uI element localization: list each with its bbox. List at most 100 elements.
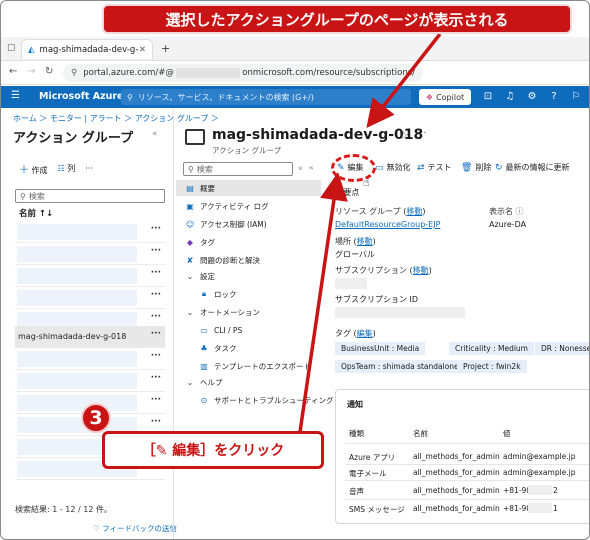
test-button[interactable]: ⇄ テスト — [417, 162, 452, 173]
notif-name: all_methods_for_admin — [413, 468, 500, 477]
menu-item-cli-ps[interactable]: ▭ CLI / PS — [199, 322, 242, 338]
list-item[interactable]: ··· — [15, 243, 165, 265]
more-actions-icon[interactable]: ··· — [85, 164, 93, 173]
list-item-selected[interactable]: mag-shimadada-dev-g-018 ··· — [15, 326, 165, 348]
disable-button[interactable]: ▭ 無効化 — [375, 162, 411, 173]
list-item[interactable]: ··· — [15, 287, 165, 309]
menu-item-diagnose[interactable]: ✘ 問題の診断と解決 — [185, 252, 260, 268]
menu-item-tasks[interactable]: ♣ タスク — [199, 340, 236, 356]
menu-item-export-template[interactable]: ▥ テンプレートのエクスポート — [199, 358, 311, 374]
essentials-header[interactable]: ∧ 要点 — [335, 187, 359, 198]
display-name-value: Azure-DA — [489, 220, 527, 229]
menu-group-automation[interactable]: ⌄ オートメーション — [185, 304, 260, 320]
menu-collapse-icons[interactable]: ⌅ « — [297, 163, 314, 172]
new-tab-icon[interactable]: + — [161, 42, 170, 55]
tab-actions-icon[interactable]: ▢ — [7, 43, 16, 53]
menu-search-placeholder: 検索 — [196, 164, 213, 174]
notif-type: SMS メッセージ — [349, 505, 405, 514]
resource-group-value[interactable]: DefaultResourceGroup-EJP — [335, 220, 440, 229]
subscription-label-text: サブスクリプション — [335, 266, 407, 275]
list-search-input[interactable]: ⚲ 検索 — [15, 189, 165, 203]
settings-icon[interactable]: ⚙ — [525, 90, 539, 104]
rg-move-link[interactable]: 移動 — [406, 207, 422, 216]
menu-item-lock[interactable]: 🔒︎ ロック — [199, 286, 237, 302]
copilot-button[interactable]: ❖ Copilot — [419, 89, 471, 105]
close-tab-icon[interactable]: ✕ — [139, 45, 146, 55]
notifications-title: 通知 — [347, 400, 363, 409]
reload-icon[interactable]: ↻ — [45, 66, 53, 77]
task-icon: ♣ — [200, 343, 208, 353]
menu-search-input[interactable]: ⚲ 検索 — [183, 162, 293, 176]
tag-chip: Criticality : Medium — [449, 342, 534, 355]
menu-item-iam[interactable]: ☺ アクセス制御 (IAM) — [185, 216, 267, 232]
subscription-move-link[interactable]: 移動 — [413, 266, 429, 275]
display-name-label: 表示名 ⓘ — [489, 206, 524, 217]
row-more-icon[interactable]: ··· — [151, 329, 161, 339]
list-item[interactable]: ··· — [15, 265, 165, 287]
notif-value: admin@example.jp — [503, 452, 576, 461]
cloud-shell-icon[interactable]: ⊡ — [481, 90, 495, 104]
forward-icon[interactable]: → — [27, 66, 35, 77]
activity-log-icon: ▣ — [186, 201, 194, 211]
diagnose-icon: ✘ — [186, 255, 194, 265]
row-more-icon[interactable]: ··· — [151, 417, 161, 427]
feedback-icon: ♡ — [93, 524, 100, 533]
favorite-star-icon[interactable]: ☆ — [399, 129, 409, 142]
row-more-icon[interactable]: ··· — [151, 268, 161, 278]
list-item[interactable]: ··· — [15, 221, 165, 243]
menu-item-support[interactable]: ⊙ サポートとトラブルシューティング — [199, 392, 334, 408]
row-more-icon[interactable]: ··· — [151, 290, 161, 300]
row-more-icon[interactable]: ··· — [151, 351, 161, 361]
row-more-icon[interactable]: ··· — [151, 312, 161, 322]
chevron-down-icon: ⌄ — [186, 377, 194, 387]
copilot-label: Copilot — [436, 92, 465, 102]
bottom-callout: ［✎ 編集］をクリック — [102, 431, 324, 469]
delete-button[interactable]: 🗑︎ 削除 — [461, 162, 491, 173]
row-divider — [345, 480, 589, 481]
redacted-name — [17, 373, 137, 389]
breadcrumb[interactable]: ホーム ＞ モニター | アラート ＞ アクション グループ ＞ — [13, 113, 219, 124]
notif-type: Azure アプリ — [349, 453, 396, 462]
essentials-label: 要点 — [343, 188, 360, 197]
row-more-icon[interactable]: ··· — [151, 395, 161, 405]
resource-group-label: リソース グループ (移動) — [335, 207, 426, 216]
columns-button[interactable]: ☷ 列 — [58, 163, 76, 174]
feedback-icon[interactable]: ⚐ — [569, 90, 583, 104]
portal-menu-icon[interactable]: ☰ — [11, 90, 20, 101]
create-button[interactable]: ＋ 作成 — [19, 161, 48, 176]
help-icon[interactable]: ? — [547, 90, 561, 104]
resource-subtitle: アクション グループ — [212, 146, 282, 155]
menu-group-settings[interactable]: ⌄ 設定 — [185, 268, 215, 284]
feedback-label: フィードバックの送信 — [102, 524, 177, 533]
portal-search-input[interactable]: ⚲ リソース、サービス、ドキュメントの検索 (G+/) — [121, 89, 411, 105]
tag-chip: DR : Nonessential — [535, 342, 589, 355]
location-move-link[interactable]: 移動 — [357, 237, 373, 246]
menu-group-help[interactable]: ⌄ ヘルプ — [185, 374, 223, 390]
url-field[interactable]: ⚲ portal.azure.com/#@ onmicrosoft.com/re… — [63, 64, 423, 82]
action-group-icon — [185, 129, 205, 145]
list-item[interactable]: ··· — [15, 348, 165, 370]
info-icon[interactable]: ⓘ — [516, 207, 524, 216]
notifications-icon[interactable]: ♫ — [503, 90, 517, 104]
azure-brand[interactable]: Microsoft Azure — [39, 91, 124, 102]
test-icon: ⇄ — [417, 162, 425, 173]
row-more-icon[interactable]: ··· — [151, 224, 161, 234]
menu-item-tags[interactable]: ◆ タグ — [185, 234, 215, 250]
row-more-icon[interactable]: ··· — [151, 246, 161, 256]
name-column-header[interactable]: 名前 ↑↓ — [19, 207, 53, 219]
browser-tab[interactable]: ◭ mag-shimadada-dev-g-018 - M ✕ — [21, 39, 153, 59]
collapse-pane-icon[interactable]: « — [152, 129, 158, 139]
more-options-icon[interactable]: ··· — [417, 128, 427, 139]
menu-item-overview[interactable]: ▤ 概要 — [176, 180, 321, 196]
feedback-link[interactable]: ♡ フィードバックの送信 — [93, 523, 177, 534]
back-icon[interactable]: ← — [9, 66, 17, 77]
tags-edit-link[interactable]: 編集 — [357, 329, 373, 338]
copilot-icon: ❖ — [425, 92, 434, 102]
menu-item-activity-log[interactable]: ▣ アクティビティ ログ — [185, 198, 268, 214]
refresh-button[interactable]: ↻ 最新の情報に更新 — [495, 162, 570, 173]
row-more-icon[interactable]: ··· — [151, 373, 161, 383]
list-item[interactable]: ··· — [15, 370, 165, 392]
row-divider — [345, 499, 589, 500]
site-info-icon[interactable]: ⚲ — [71, 68, 77, 78]
notif-value: +81-90 — [503, 504, 532, 513]
